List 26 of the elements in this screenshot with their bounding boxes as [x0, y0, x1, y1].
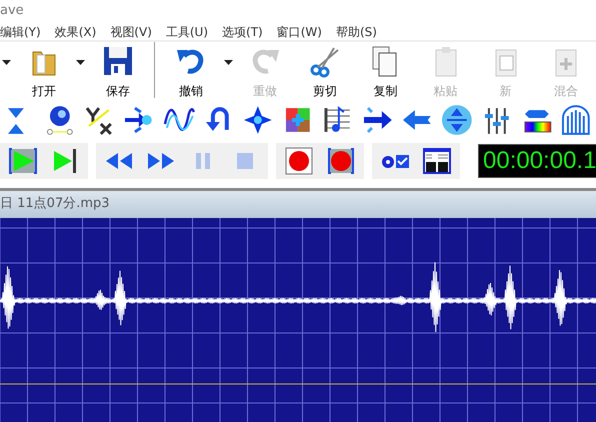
vertical-arrows-icon[interactable] — [441, 104, 473, 136]
dropdown-caret-icon[interactable] — [76, 60, 86, 64]
record-icon — [284, 147, 314, 175]
record-selection-icon — [326, 147, 356, 175]
window-title: ave — [0, 2, 25, 20]
toolbar-button[interactable]: 撤销 — [160, 42, 222, 100]
arched-gate-icon[interactable] — [560, 104, 592, 136]
menu-item[interactable]: 编辑(Y) — [0, 22, 47, 40]
toolbar-button[interactable]: 剪切 — [295, 42, 356, 100]
menu-item[interactable]: 工具(U) — [166, 22, 214, 40]
window-panels-icon — [422, 147, 452, 175]
toolbar-button[interactable]: 复制 — [355, 42, 416, 100]
toolbar-button[interactable]: 保存 — [88, 42, 148, 100]
menu-item[interactable]: 视图(V) — [110, 22, 158, 40]
time-display: 00:00:00.1 — [478, 144, 596, 178]
dropdown-caret-icon[interactable] — [224, 60, 233, 64]
menu-item[interactable]: 窗口(W) — [276, 22, 328, 40]
play-selection-button[interactable] — [6, 146, 40, 176]
play-selection-icon — [8, 147, 38, 175]
file-tab[interactable]: 日 11点07分.mp3 — [0, 196, 110, 211]
toolbar-button[interactable]: 打开 — [14, 42, 74, 100]
menu-item[interactable]: 选项(T) — [222, 22, 269, 40]
menu-item[interactable]: 效果(X) — [54, 22, 102, 40]
dropdown-caret-icon[interactable] — [2, 60, 12, 64]
menu-item[interactable]: 帮助(S) — [336, 22, 383, 40]
window-panels-button[interactable] — [420, 146, 454, 176]
